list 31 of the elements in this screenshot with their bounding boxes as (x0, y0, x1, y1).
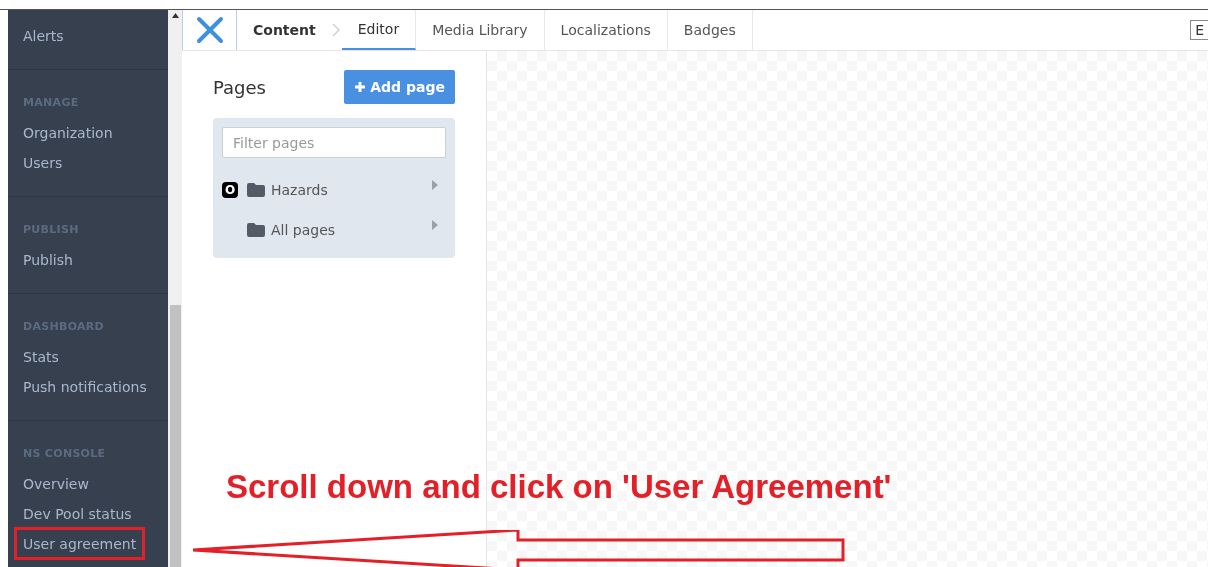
sidebar-item[interactable]: User agreement (16, 529, 144, 558)
sidebar-item[interactable]: Publish (17, 245, 79, 275)
sidebar-item[interactable]: Dev Pool status (17, 499, 138, 529)
expand-arrow-icon[interactable] (432, 180, 438, 190)
tab[interactable]: Content (237, 10, 332, 50)
scrollbar-thumb[interactable] (169, 305, 181, 567)
tab[interactable]: Localizations (544, 10, 668, 50)
sidebar-item[interactable]: Organization (17, 118, 119, 148)
input-field[interactable]: E (1190, 20, 1208, 40)
sidebar-item[interactable]: Stats (17, 342, 65, 372)
panel-title: Pages (213, 76, 266, 98)
plus-icon (354, 81, 367, 93)
sidebar-item[interactable]: Overview (17, 469, 95, 499)
folder-icon (247, 223, 265, 237)
folder-icon (247, 183, 265, 197)
tree-item[interactable]: All pages (271, 222, 432, 238)
scrollbar[interactable] (168, 10, 182, 567)
sidebar-item[interactable]: Users (17, 148, 69, 178)
tab[interactable]: Media Library (416, 10, 545, 50)
tab[interactable]: Badges (667, 10, 753, 50)
sidebar-item[interactable]: Alerts (17, 21, 70, 51)
chevron-right-icon (331, 23, 340, 37)
expand-arrow-icon[interactable] (432, 220, 438, 230)
tree-item[interactable]: Hazards (271, 182, 432, 198)
filter-field[interactable]: Filter pages (222, 127, 446, 158)
add-page-button[interactable]: Add page (344, 70, 455, 104)
sidebar-item[interactable]: Push notifications (17, 372, 153, 402)
tab[interactable]: Editor (341, 10, 417, 50)
annotation-text: Scroll down and click on 'User Agreement' (226, 468, 892, 506)
scroll-up-icon[interactable] (171, 13, 179, 18)
badge: O (222, 182, 239, 198)
